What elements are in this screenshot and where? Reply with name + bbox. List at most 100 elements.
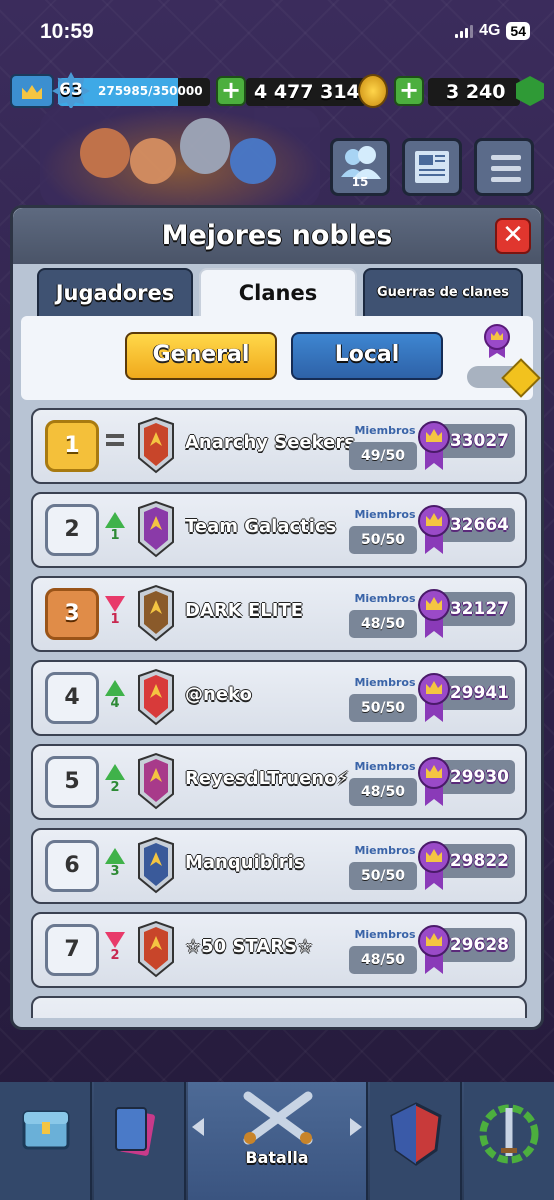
crossed-swords-icon bbox=[243, 1091, 313, 1145]
clan-row[interactable]: 4 4 @neko Miembros 50/50 29941 bbox=[31, 660, 527, 736]
nav-clan[interactable] bbox=[370, 1082, 462, 1200]
rank-delta: 1 bbox=[110, 528, 120, 543]
members-label: Miembros bbox=[354, 844, 416, 857]
gold-amount: 4 477 314 bbox=[246, 78, 366, 106]
rank-number: 3 bbox=[45, 588, 99, 640]
close-button[interactable]: ✕ bbox=[495, 218, 531, 254]
rank-number: 1 bbox=[45, 420, 99, 472]
clan-list[interactable]: 1 Anarchy Seekers Miembros 49/50 33027 2 1 Team… bbox=[29, 408, 529, 1018]
event-banner[interactable] bbox=[40, 108, 320, 208]
rank-number: 2 bbox=[45, 504, 99, 556]
clan-badge-icon bbox=[138, 416, 174, 474]
rank-up-icon bbox=[105, 512, 125, 528]
noble-medal-icon bbox=[418, 841, 450, 890]
rank-up-icon bbox=[105, 680, 125, 696]
rank-trend: 1 bbox=[103, 512, 127, 544]
clan-name: ☆50 STARS☆ bbox=[185, 936, 314, 957]
noble-medal-icon bbox=[418, 673, 450, 722]
rank-trend: 1 bbox=[103, 596, 127, 628]
signal-icon bbox=[455, 24, 474, 38]
clan-badge-icon bbox=[138, 500, 174, 558]
members-label: Miembros bbox=[354, 676, 416, 689]
friends-online-count: 15 bbox=[351, 175, 369, 189]
noble-medal-icon bbox=[484, 324, 510, 358]
rank-number: 6 bbox=[45, 840, 99, 892]
no-change-icon bbox=[106, 434, 124, 438]
clan-name: DARK ELITE bbox=[185, 600, 303, 621]
laurel-sword-icon bbox=[479, 1104, 539, 1164]
clan-name: Manquibiris bbox=[185, 852, 305, 873]
clock: 10:59 bbox=[40, 20, 94, 43]
clan-badge-icon bbox=[138, 668, 174, 726]
clan-name: @neko bbox=[185, 684, 252, 705]
newspaper-icon bbox=[415, 151, 449, 183]
clan-row[interactable]: 6 3 Manquibiris Miembros 50/50 29822 bbox=[31, 828, 527, 904]
rank-trend: 4 bbox=[103, 680, 127, 712]
rank-trend bbox=[103, 428, 127, 438]
nav-cards[interactable] bbox=[94, 1082, 186, 1200]
members-count: 48/50 bbox=[349, 946, 417, 974]
panel-header: Mejores nobles ✕ bbox=[13, 208, 541, 264]
noble-medal-icon bbox=[418, 505, 450, 554]
members-count: 50/50 bbox=[349, 526, 417, 554]
filter-bar: General Local bbox=[21, 316, 541, 400]
rank-up-icon bbox=[105, 764, 125, 780]
treasure-chest-icon bbox=[22, 1110, 70, 1150]
rank-down-icon bbox=[105, 596, 125, 612]
king-level: 63 bbox=[59, 80, 83, 100]
battery-icon: 54 bbox=[506, 22, 530, 40]
bottom-nav: Batalla bbox=[0, 1082, 554, 1200]
diamond-icon[interactable] bbox=[501, 358, 541, 398]
rank-delta: 3 bbox=[110, 864, 120, 879]
crown-icon[interactable] bbox=[10, 74, 54, 108]
members-count: 48/50 bbox=[349, 778, 417, 806]
menu-button[interactable] bbox=[474, 138, 534, 196]
panel-title: Mejores nobles bbox=[161, 220, 393, 251]
clan-badge-icon bbox=[138, 836, 174, 894]
tab-players[interactable]: Jugadores bbox=[37, 268, 193, 318]
clan-row[interactable]: 7 2 ☆50 STARS☆ Miembros 48/50 29628 bbox=[31, 912, 527, 988]
members-count: 49/50 bbox=[349, 442, 417, 470]
members-count: 48/50 bbox=[349, 610, 417, 638]
rank-delta: 1 bbox=[110, 612, 120, 627]
add-gems-button[interactable]: + bbox=[394, 76, 424, 106]
gem-icon bbox=[516, 76, 544, 106]
members-count: 50/50 bbox=[349, 862, 417, 890]
clan-row[interactable]: 3 1 DARK ELITE Miembros 48/50 32127 bbox=[31, 576, 527, 652]
clan-badge-icon bbox=[138, 752, 174, 810]
tab-clans[interactable]: Clanes bbox=[199, 268, 357, 318]
friends-button[interactable]: 15 bbox=[330, 138, 390, 196]
nav-events[interactable] bbox=[464, 1082, 554, 1200]
clan-row[interactable] bbox=[31, 996, 527, 1018]
news-button[interactable] bbox=[402, 138, 462, 196]
clan-badge-icon bbox=[138, 584, 174, 642]
status-icons: 4G 54 bbox=[455, 22, 530, 40]
members-label: Miembros bbox=[354, 424, 416, 437]
members-label: Miembros bbox=[354, 928, 416, 941]
clan-row[interactable]: 5 2 ReyesdLTrueno⚡ Miembros 48/50 29930 bbox=[31, 744, 527, 820]
status-bar: 10:59 4G 54 bbox=[0, 0, 554, 60]
rank-number: 4 bbox=[45, 672, 99, 724]
gold-coin-icon bbox=[358, 74, 388, 108]
add-gold-button[interactable]: + bbox=[216, 76, 246, 106]
members-count: 50/50 bbox=[349, 694, 417, 722]
local-button[interactable]: Local bbox=[291, 332, 443, 380]
xp-text: 275985/350000 bbox=[98, 84, 203, 98]
nav-battle[interactable]: Batalla bbox=[188, 1082, 368, 1200]
clan-row[interactable]: 1 Anarchy Seekers Miembros 49/50 33027 bbox=[31, 408, 527, 484]
network-label: 4G bbox=[479, 22, 501, 39]
clan-name: Anarchy Seekers bbox=[185, 432, 355, 453]
clan-row[interactable]: 2 1 Team Galactics Miembros 50/50 32664 bbox=[31, 492, 527, 568]
members-label: Miembros bbox=[354, 508, 416, 521]
resource-bar: 275985/350000 63 + 4 477 314 + 3 240 bbox=[8, 72, 548, 112]
nav-shop[interactable] bbox=[0, 1082, 92, 1200]
rank-delta: 2 bbox=[110, 780, 120, 795]
rank-trend: 3 bbox=[103, 848, 127, 880]
clan-name: Team Galactics bbox=[185, 516, 337, 537]
noble-medal-icon bbox=[418, 589, 450, 638]
nav-right-arrow-icon[interactable] bbox=[350, 1118, 362, 1136]
tab-clan-wars[interactable]: Guerras de clanes bbox=[363, 268, 523, 318]
close-icon: ✕ bbox=[502, 220, 524, 250]
general-button[interactable]: General bbox=[125, 332, 277, 380]
leaderboard-panel: Mejores nobles ✕ Jugadores Clanes Guerra… bbox=[10, 205, 544, 1030]
